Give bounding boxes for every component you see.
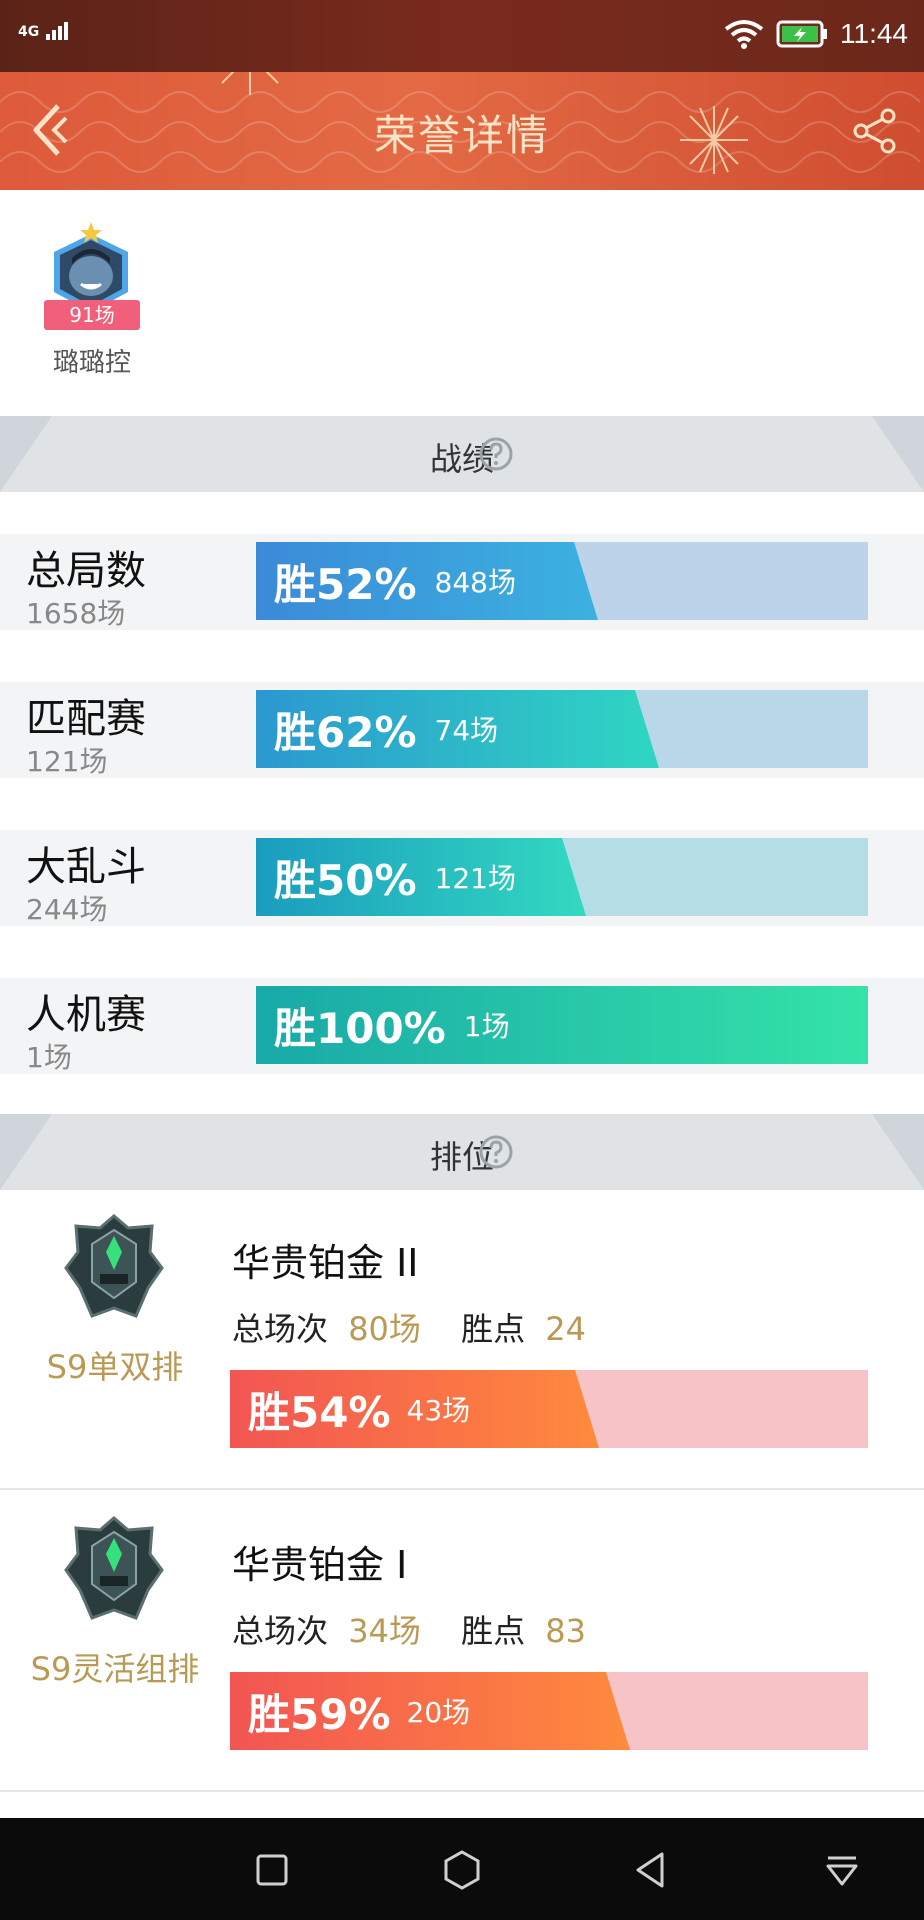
status-time: 11:44 bbox=[840, 18, 908, 49]
network-label: 4G bbox=[18, 24, 40, 40]
share-button[interactable] bbox=[852, 108, 898, 154]
league-points-label: 胜点 bbox=[461, 1310, 526, 1348]
hero-section: 91场 璐璐控 bbox=[0, 190, 924, 416]
win-rate-bar: 胜62% 74场 bbox=[256, 690, 868, 768]
win-games-label: 74场 bbox=[434, 714, 499, 747]
win-games-label: 121场 bbox=[434, 862, 516, 895]
win-rate-label: 胜52% bbox=[274, 559, 417, 609]
rank-win-rate-bar: 胜59% 20场 bbox=[230, 1672, 868, 1750]
back-triangle-icon[interactable] bbox=[630, 1848, 674, 1892]
win-rate-label: 胜62% bbox=[274, 707, 417, 757]
ranked-section-title: 排位 bbox=[429, 1138, 494, 1176]
hero-games-badge: 91场 bbox=[44, 300, 140, 330]
firework-decoration-icon bbox=[221, 72, 279, 95]
league-points-label: 胜点 bbox=[461, 1612, 526, 1650]
win-rate-label: 胜100% bbox=[274, 1003, 446, 1053]
win-rate-bar: 胜50% 121场 bbox=[256, 838, 868, 916]
stat-row[interactable]: 匹配赛 121场 胜62% 74场 bbox=[0, 682, 924, 778]
system-nav-bar bbox=[0, 1818, 924, 1920]
hero-name: 璐璐控 bbox=[52, 348, 131, 378]
page-title: 荣誉详情 bbox=[373, 111, 550, 160]
status-bar: 4G 11:44 bbox=[0, 0, 924, 72]
rank-win-rate-label: 胜54% bbox=[248, 1387, 391, 1437]
help-icon[interactable] bbox=[478, 436, 514, 472]
rank-tier: 华贵铂金 II bbox=[232, 1241, 419, 1285]
share-icon bbox=[853, 108, 896, 154]
signal-indicator: 4G bbox=[18, 22, 70, 40]
stat-row[interactable]: 总局数 1658场 胜52% 848场 bbox=[0, 534, 924, 630]
rank-season-label: S9灵活组排 bbox=[30, 1650, 200, 1688]
rank-info: 总场次 34场 胜点 83 bbox=[232, 1606, 586, 1652]
stat-total-games: 244场 bbox=[26, 893, 108, 926]
stat-row[interactable]: 人机赛 1场 胜100% 1场 bbox=[0, 978, 924, 1074]
win-games-label: 848场 bbox=[434, 566, 516, 599]
rank-win-rate-label: 胜59% bbox=[248, 1689, 391, 1739]
win-rate-bar: 胜52% 848场 bbox=[256, 542, 868, 620]
total-games-value: 34场 bbox=[348, 1612, 421, 1650]
stat-row[interactable]: 大乱斗 244场 胜50% 121场 bbox=[0, 830, 924, 926]
rank-card[interactable]: S9单双排 华贵铂金 II 总场次 80场 胜点 24 胜54% 43场 bbox=[0, 1190, 924, 1490]
app-header: 荣誉详情 bbox=[0, 72, 924, 190]
stat-total-games: 1场 bbox=[26, 1041, 72, 1074]
rank-win-games-label: 20场 bbox=[406, 1696, 471, 1729]
stat-mode-name: 匹配赛 bbox=[26, 696, 146, 742]
ranked-section-header: 排位 bbox=[0, 1114, 924, 1190]
total-games-label: 总场次 bbox=[232, 1612, 329, 1650]
notification-pulldown-icon[interactable] bbox=[820, 1848, 864, 1892]
platinum-rank-emblem-icon bbox=[64, 1516, 164, 1620]
stat-mode-name: 大乱斗 bbox=[26, 844, 146, 890]
total-games-label: 总场次 bbox=[232, 1310, 329, 1348]
rank-tier: 华贵铂金 I bbox=[232, 1543, 408, 1587]
recents-square-icon[interactable] bbox=[250, 1848, 294, 1892]
stat-mode-name: 人机赛 bbox=[26, 992, 146, 1038]
stat-total-games: 121场 bbox=[26, 745, 108, 778]
win-rate-bar: 胜100% 1场 bbox=[256, 986, 868, 1064]
home-hexagon-icon[interactable] bbox=[440, 1848, 484, 1892]
signal-bars-icon bbox=[46, 22, 70, 40]
win-games-label: 1场 bbox=[463, 1010, 510, 1043]
stat-total-games: 1658场 bbox=[26, 597, 126, 630]
stats-section-title: 战绩 bbox=[429, 440, 494, 478]
help-icon[interactable] bbox=[478, 1134, 514, 1170]
rank-season-label: S9单双排 bbox=[46, 1348, 184, 1386]
rank-info: 总场次 80场 胜点 24 bbox=[232, 1304, 586, 1350]
stats-section-header: 战绩 bbox=[0, 416, 924, 492]
battery-charging-icon bbox=[776, 19, 828, 49]
platinum-rank-emblem-icon bbox=[64, 1214, 164, 1318]
league-points-value: 83 bbox=[545, 1612, 586, 1650]
stat-mode-name: 总局数 bbox=[26, 548, 146, 594]
rank-card[interactable]: S9灵活组排 华贵铂金 I 总场次 34场 胜点 83 胜59% 20场 bbox=[0, 1492, 924, 1792]
rank-win-rate-bar: 胜54% 43场 bbox=[230, 1370, 868, 1448]
win-rate-label: 胜50% bbox=[274, 855, 417, 905]
league-points-value: 24 bbox=[545, 1310, 586, 1348]
wifi-icon bbox=[724, 19, 764, 49]
rank-win-games-label: 43场 bbox=[406, 1394, 471, 1427]
total-games-value: 80场 bbox=[348, 1310, 421, 1348]
